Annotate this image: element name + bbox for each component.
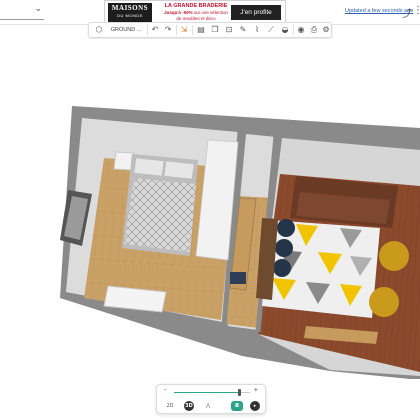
measure-icon[interactable]: ⇲ [178,23,190,37]
zoom-slider-fill [174,392,240,393]
level-selector[interactable]: GROUND ... [107,23,145,37]
app-window: ⌄ MAISONS DU MONDE LA GRANDE BRADERIE Ju… [0,0,420,420]
view-3d-button[interactable]: 3D [184,401,194,411]
lock-icon[interactable]: ⊡ [223,23,235,37]
zoom-slider-thumb[interactable] [238,389,242,396]
ad-cta-button[interactable]: J'en profite [231,5,281,20]
more-vertical-icon[interactable]: ⋮ [413,5,420,16]
redo-icon[interactable]: ↷ [162,23,174,37]
ad-offer-rest: sur une sélection [192,10,228,15]
paint-icon[interactable]: ◒ [279,23,291,37]
copy-icon[interactable]: ❐ [209,23,221,37]
brush-icon[interactable]: ⌇ [251,23,263,37]
walk-icon[interactable]: ⋀ [203,401,213,411]
bed-pillow[interactable] [163,160,195,180]
video-icon[interactable]: ▸ [250,401,260,411]
ad-logo: MAISONS DU MONDE [108,3,152,22]
pencil-icon[interactable]: ✎ [237,23,249,37]
view-controls: - + 2D 3D ⋀ ◘ ▸ [156,384,266,414]
toolbar-divider [176,25,177,35]
armchair[interactable] [379,241,409,271]
dining-chair[interactable] [277,219,295,237]
zoom-out-button[interactable]: - [164,387,166,394]
print-icon[interactable]: ⎙ [308,23,320,37]
project-name-field[interactable]: ⌄ [0,3,44,20]
eye-icon[interactable]: ◉ [295,23,307,37]
zoom-slider[interactable] [174,389,250,396]
toolbar-divider [192,25,193,35]
armchair[interactable] [369,287,399,317]
camera-icon[interactable]: ◘ [231,401,243,411]
stool[interactable] [230,272,246,284]
settings-icon[interactable]: ⚙ [320,23,332,37]
toolbar-divider [147,25,148,35]
share-icon[interactable]: ⤴ [402,5,412,20]
document-icon[interactable]: ▤ [195,23,207,37]
eyedropper-icon[interactable]: ⟋ [265,23,277,37]
dining-chair[interactable] [275,239,293,257]
ad-banner[interactable]: MAISONS DU MONDE LA GRANDE BRADERIE Jusq… [104,0,286,24]
view-2d-button[interactable]: 2D [165,401,175,411]
zoom-in-button[interactable]: + [254,387,258,394]
ad-brand-line2: DU MONDE [117,13,143,18]
ad-brand-line1: MAISONS [111,4,149,12]
dining-chair[interactable] [273,259,291,277]
ad-headline: LA GRANDE BRADERIE [164,3,228,9]
floorplan-3d-view[interactable] [0,39,420,379]
level-icon[interactable]: ⬡ [93,23,105,37]
main-toolbar: ⬡ GROUND ... ↶ ↷ ⇲ ▤ ❐ ⊡ ✎ ⌇ ⟋ ◒ ◉ ⎙ ⚙ [88,22,332,38]
undo-icon[interactable]: ↶ [149,23,161,37]
chevron-down-icon[interactable]: ⌄ [34,4,42,14]
toolbar-divider [293,25,294,35]
bed-duvet[interactable] [124,178,196,252]
bed-pillow[interactable] [133,157,165,177]
ad-offer-bold: Jusqu'à -50% [164,10,193,15]
ad-text: LA GRANDE BRADERIE Jusqu'à -50% sur une … [155,3,237,22]
floorplan-canvas[interactable] [0,39,420,379]
